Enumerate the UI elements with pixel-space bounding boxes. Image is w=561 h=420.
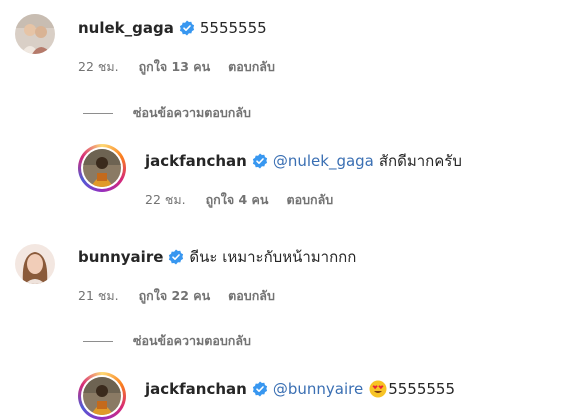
hide-replies-button[interactable]: ซ่อนข้อความตอบกลับ xyxy=(83,331,251,351)
comment-text: 5555555 xyxy=(199,19,267,37)
comment-text: ดีนะ เหมาะกับหน้ามากกก xyxy=(189,248,357,266)
reply-time[interactable]: 22 ชม. xyxy=(145,192,186,208)
mention-link[interactable]: @nulek_gaga xyxy=(273,151,374,171)
heart-eyes-emoji-icon xyxy=(369,380,387,398)
reply-likes[interactable]: ถูกใจ 4 คน xyxy=(206,192,269,208)
reply-text: สักดีมากครับ xyxy=(378,152,462,170)
reply-username[interactable]: jackfanchan xyxy=(145,151,247,171)
reply-username[interactable]: jackfanchan xyxy=(145,379,247,399)
reply-button[interactable]: ตอบกลับ xyxy=(286,192,333,208)
comment-username[interactable]: bunnyaire xyxy=(78,247,163,267)
verified-badge-icon xyxy=(252,153,268,169)
comment-likes[interactable]: ถูกใจ 13 คน xyxy=(139,59,211,75)
comment-likes[interactable]: ถูกใจ 22 คน xyxy=(139,288,211,304)
verified-badge-icon xyxy=(252,381,268,397)
comment-time[interactable]: 22 ชม. xyxy=(78,59,119,75)
avatar[interactable] xyxy=(15,14,55,54)
avatar xyxy=(83,377,121,415)
comment-time[interactable]: 21 ชม. xyxy=(78,288,119,304)
hide-replies-label: ซ่อนข้อความตอบกลับ xyxy=(133,105,251,120)
avatar-story-ring[interactable] xyxy=(78,372,126,420)
avatar-story-ring[interactable] xyxy=(78,144,126,192)
avatar xyxy=(83,149,121,187)
reply-button[interactable]: ตอบกลับ xyxy=(228,288,275,304)
comment-username[interactable]: nulek_gaga xyxy=(78,18,174,38)
verified-badge-icon xyxy=(179,20,195,36)
avatar[interactable] xyxy=(15,244,55,284)
reply-button[interactable]: ตอบกลับ xyxy=(228,59,275,75)
reply-text: 5555555 xyxy=(388,380,456,398)
divider xyxy=(83,340,113,342)
verified-badge-icon xyxy=(168,249,184,265)
hide-replies-label: ซ่อนข้อความตอบกลับ xyxy=(133,333,251,348)
divider xyxy=(83,112,113,114)
hide-replies-button[interactable]: ซ่อนข้อความตอบกลับ xyxy=(83,103,251,123)
mention-link[interactable]: @bunnyaire xyxy=(273,379,363,399)
